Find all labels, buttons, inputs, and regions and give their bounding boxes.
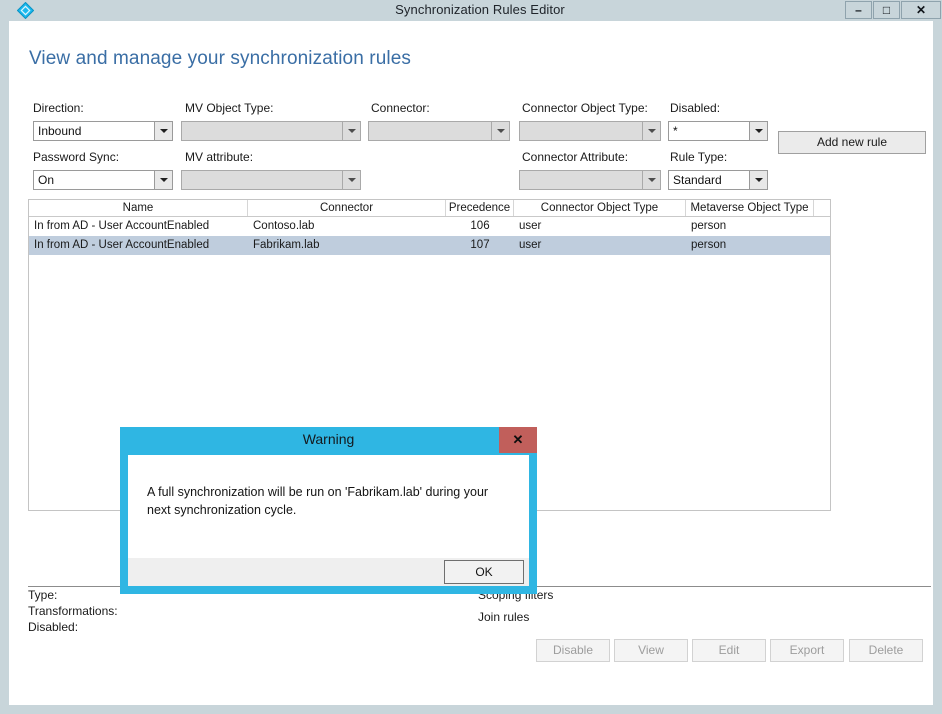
cell-connector-object-type: user	[519, 239, 542, 251]
label-password-sync: Password Sync:	[33, 150, 120, 164]
chevron-down-icon[interactable]	[642, 122, 660, 140]
chevron-down-icon[interactable]	[749, 171, 767, 189]
edit-button[interactable]: Edit	[692, 639, 766, 662]
label-direction: Direction:	[33, 101, 84, 115]
detail-label-type: Type:	[28, 588, 58, 602]
maximize-icon: □	[882, 3, 891, 17]
chevron-down-icon[interactable]	[749, 122, 767, 140]
delete-button[interactable]: Delete	[849, 639, 923, 662]
cell-metaverse-object-type: person	[691, 239, 727, 251]
password-sync-combobox[interactable]: On	[33, 170, 173, 190]
password-sync-value: On	[38, 173, 55, 187]
rule-type-combobox[interactable]: Standard	[668, 170, 768, 190]
chevron-down-icon[interactable]	[342, 171, 360, 189]
detail-label-transformations: Transformations:	[28, 604, 118, 618]
column-header-connector[interactable]: Connector	[248, 200, 446, 216]
maximize-button[interactable]: □	[873, 1, 900, 19]
cell-name: In from AD - User AccountEnabled	[34, 220, 210, 232]
label-mv-attribute: MV attribute:	[185, 150, 254, 164]
close-button[interactable]: ✕	[901, 1, 941, 19]
chevron-down-icon[interactable]	[491, 122, 509, 140]
direction-combobox[interactable]: Inbound	[33, 121, 173, 141]
close-icon: ✕	[512, 432, 524, 447]
label-connector-attribute: Connector Attribute:	[522, 150, 629, 164]
column-header-name[interactable]: Name	[29, 200, 248, 216]
disabled-combobox[interactable]: *	[668, 121, 768, 141]
chevron-down-icon[interactable]	[342, 122, 360, 140]
cell-precedence: 106	[470, 220, 490, 232]
chevron-down-icon[interactable]	[642, 171, 660, 189]
close-icon: ✕	[915, 3, 927, 17]
connector-object-type-value	[520, 122, 642, 140]
sync-rules-editor-window: Synchronization Rules Editor – □ ✕ View …	[0, 0, 942, 714]
mv-object-type-value	[182, 122, 342, 140]
label-connector-object-type: Connector Object Type:	[522, 101, 648, 115]
label-mv-object-type: MV Object Type:	[185, 101, 274, 115]
detail-join-rules[interactable]: Join rules	[478, 610, 529, 624]
label-disabled: Disabled:	[670, 101, 721, 115]
connector-value	[369, 122, 491, 140]
window-titlebar: Synchronization Rules Editor – □ ✕	[9, 0, 942, 21]
detail-label-disabled: Disabled:	[28, 620, 79, 634]
connector-object-type-combobox[interactable]	[519, 121, 661, 141]
column-header-metaverse-object-type[interactable]: Metaverse Object Type	[686, 200, 814, 216]
rule-type-value: Standard	[673, 173, 722, 187]
label-rule-type: Rule Type:	[670, 150, 728, 164]
cell-connector: Contoso.lab	[253, 220, 315, 232]
mv-attribute-value	[182, 171, 342, 189]
view-button[interactable]: View	[614, 639, 688, 662]
connector-combobox[interactable]	[368, 121, 510, 141]
disable-button[interactable]: Disable	[536, 639, 610, 662]
dialog-footer: OK	[128, 558, 529, 586]
direction-value: Inbound	[38, 124, 82, 138]
mv-attribute-combobox[interactable]	[181, 170, 361, 190]
disabled-value: *	[673, 124, 678, 138]
chevron-down-icon[interactable]	[154, 122, 172, 140]
dialog-message: A full synchronization will be run on 'F…	[147, 485, 489, 517]
page-title: View and manage your synchronization rul…	[29, 48, 411, 69]
dialog-close-button[interactable]: ✕	[499, 427, 537, 453]
label-connector: Connector:	[371, 101, 430, 115]
cell-connector-object-type: user	[519, 220, 542, 232]
cell-precedence: 107	[470, 239, 490, 251]
table-row[interactable]: In from AD - User AccountEnabled Contoso…	[29, 217, 830, 236]
mv-object-type-combobox[interactable]	[181, 121, 361, 141]
column-header-spacer	[814, 200, 830, 216]
column-header-precedence[interactable]: Precedence	[446, 200, 514, 216]
table-header-row: Name Connector Precedence Connector Obje…	[29, 200, 830, 217]
dialog-body: A full synchronization will be run on 'F…	[128, 455, 529, 558]
connector-attribute-value	[520, 171, 642, 189]
cell-name: In from AD - User AccountEnabled	[34, 239, 210, 251]
ok-button[interactable]: OK	[444, 560, 524, 584]
column-header-connector-object-type[interactable]: Connector Object Type	[514, 200, 686, 216]
warning-dialog: Warning ✕ A full synchronization will be…	[120, 427, 537, 594]
dialog-title: Warning	[302, 431, 355, 447]
minimize-button[interactable]: –	[845, 1, 872, 19]
cell-metaverse-object-type: person	[691, 220, 727, 232]
window-title: Synchronization Rules Editor	[395, 2, 565, 17]
table-row[interactable]: In from AD - User AccountEnabled Fabrika…	[29, 236, 830, 255]
add-new-rule-button[interactable]: Add new rule	[778, 131, 926, 154]
cell-connector: Fabrikam.lab	[253, 239, 320, 251]
export-button[interactable]: Export	[770, 639, 844, 662]
connector-attribute-combobox[interactable]	[519, 170, 661, 190]
minimize-icon: –	[855, 3, 862, 17]
dialog-titlebar: Warning ✕	[120, 427, 537, 455]
chevron-down-icon[interactable]	[154, 171, 172, 189]
